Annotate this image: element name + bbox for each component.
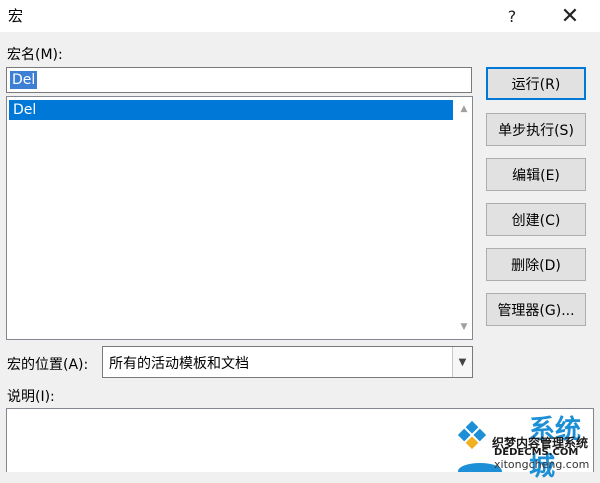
scroll-up-icon[interactable]: ▲ [456,101,472,117]
close-button[interactable]: ✕ [544,0,596,32]
watermark-line2: DEDECMS.COM [494,447,579,458]
description-label: 说明(I): [7,389,55,405]
watermark-line3: xitongcheng.com [494,458,590,471]
create-button[interactable]: 创建(C) [486,203,586,236]
window-title: 宏 [8,7,24,25]
macro-name-label: 宏名(M): [7,47,63,63]
list-item[interactable]: Del [9,100,453,120]
title-bar: 宏 ? ✕ [0,0,600,32]
macro-location-value: 所有的活动模板和文档 [109,356,249,372]
organizer-button[interactable]: 管理器(G)... [486,293,586,326]
scroll-down-icon[interactable]: ▼ [456,319,472,335]
help-button[interactable]: ? [486,0,538,32]
edit-button[interactable]: 编辑(E) [486,158,586,191]
macro-location-select[interactable]: 所有的活动模板和文档 ▼ [102,346,473,378]
chevron-down-icon[interactable]: ▼ [452,347,472,377]
step-into-button[interactable]: 单步执行(S) [486,113,586,146]
macro-location-label: 宏的位置(A): [7,357,89,373]
delete-button[interactable]: 删除(D) [486,248,586,281]
macro-list[interactable]: Del ▲ ▼ [6,96,473,340]
macro-name-input[interactable]: Del [6,67,472,93]
run-button[interactable]: 运行(R) [486,67,586,100]
macro-name-value[interactable]: Del [10,71,38,89]
